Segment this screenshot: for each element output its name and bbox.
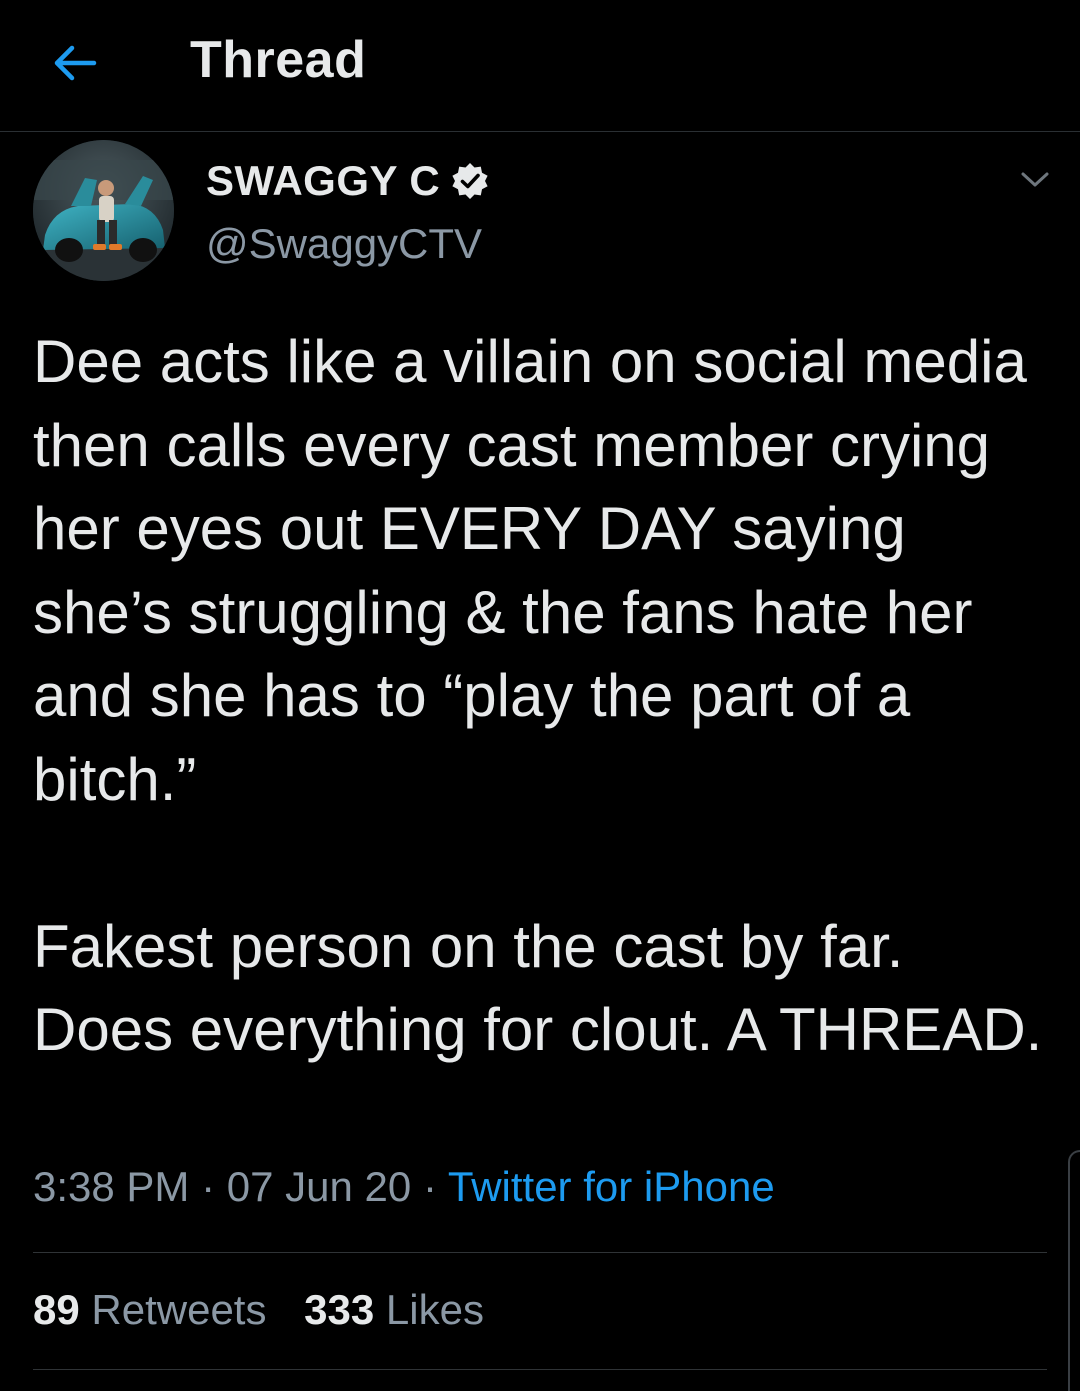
tweet-text: Dee acts like a villain on social media … — [33, 320, 1053, 1072]
author-name-row[interactable]: SWAGGY C — [206, 150, 490, 212]
tweet-menu-button[interactable] — [1010, 160, 1060, 200]
retweets-count: 89 — [33, 1286, 80, 1333]
chevron-down-icon — [1021, 172, 1049, 187]
thread-header: Thread — [0, 0, 1080, 132]
arrow-left-icon — [54, 45, 97, 81]
back-button[interactable] — [46, 38, 102, 88]
likes-label: Likes — [385, 1286, 484, 1333]
divider — [33, 1252, 1047, 1253]
retweets-label: Retweets — [91, 1286, 267, 1333]
page-title: Thread — [190, 31, 367, 89]
verified-badge-icon — [450, 161, 490, 201]
author-display-name[interactable]: SWAGGY C — [206, 157, 440, 205]
likes-count: 333 — [304, 1286, 375, 1333]
retweets-stat[interactable]: 89 Retweets — [33, 1286, 266, 1334]
tweet-time: 3:38 PM — [33, 1163, 190, 1210]
tweet-meta: 3:38 PM · 07 Jun 20 · Twitter for iPhone — [33, 1163, 775, 1211]
author-handle[interactable]: @SwaggyCTV — [206, 220, 482, 268]
likes-stat[interactable]: 333 Likes — [304, 1286, 484, 1334]
meta-separator: · — [201, 1163, 216, 1210]
divider — [33, 1369, 1047, 1370]
avatar[interactable] — [33, 140, 174, 281]
avatar-image — [33, 140, 174, 281]
tweet-date: 07 Jun 20 — [226, 1163, 412, 1210]
tweet-paragraph: Dee acts like a villain on social media … — [33, 328, 1027, 813]
tweet-paragraph: Fakest person on the cast by far. Does e… — [33, 912, 1043, 1064]
meta-separator: · — [422, 1163, 437, 1210]
tweet-source-link[interactable]: Twitter for iPhone — [448, 1163, 775, 1210]
tweet-stats: 89 Retweets 333 Likes — [33, 1286, 484, 1334]
scrollbar[interactable] — [1068, 1150, 1080, 1391]
